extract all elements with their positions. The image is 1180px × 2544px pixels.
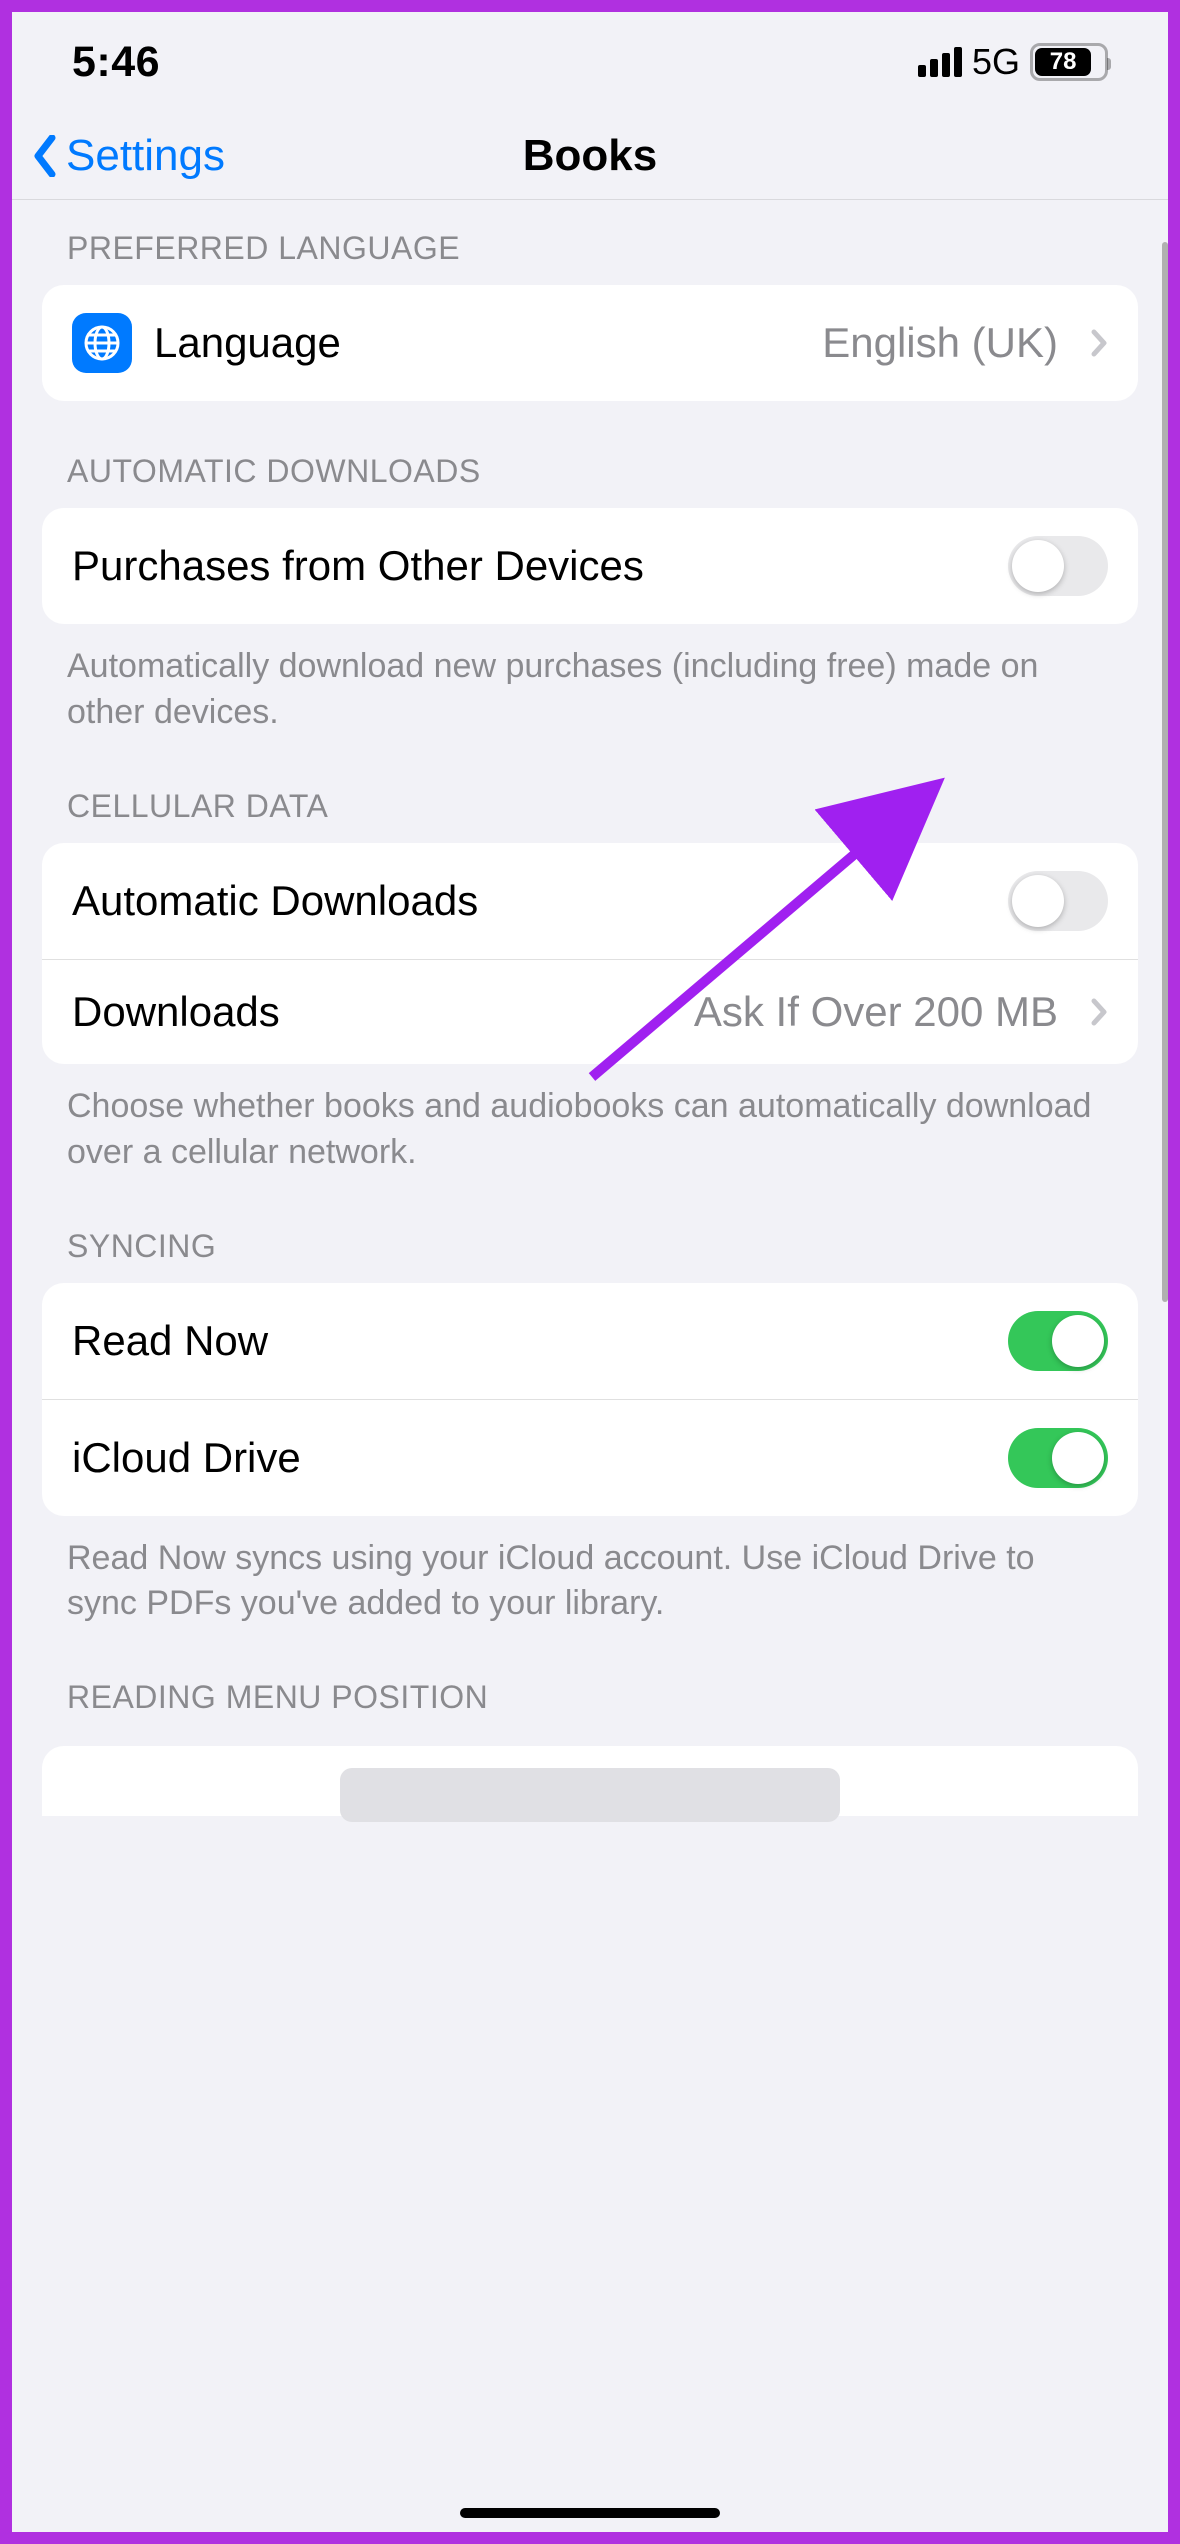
icloud-drive-label: iCloud Drive [72,1434,986,1482]
syncing-footer: Read Now syncs using your iCloud account… [12,1516,1168,1628]
back-label: Settings [66,131,225,181]
row-icloud-drive: iCloud Drive [42,1399,1138,1516]
status-time: 5:46 [72,38,160,87]
language-value: English (UK) [822,319,1058,367]
cellular-downloads-value: Ask If Over 200 MB [694,988,1058,1036]
row-read-now: Read Now [42,1283,1138,1399]
language-label: Language [154,319,800,367]
back-button[interactable]: Settings [32,131,225,181]
home-indicator [460,2508,720,2518]
page-title: Books [523,131,657,181]
scroll-view[interactable]: PREFERRED LANGUAGE Language English (UK) [12,200,1168,2532]
section-header-auto-downloads: AUTOMATIC DOWNLOADS [12,453,1168,490]
purchases-toggle[interactable] [1008,536,1108,596]
cellular-auto-label: Automatic Downloads [72,877,986,925]
status-right: 5G 78 [918,41,1108,83]
auto-downloads-footer: Automatically download new purchases (in… [12,624,1168,736]
purchases-label: Purchases from Other Devices [72,542,986,590]
group-auto-downloads: Purchases from Other Devices [42,508,1138,624]
status-bar: 5:46 5G 78 [12,12,1168,112]
device-screen: 5:46 5G 78 Settings Books PREFERRED LANG… [6,6,1174,2538]
read-now-toggle[interactable] [1008,1311,1108,1371]
row-purchases-other-devices: Purchases from Other Devices [42,508,1138,624]
row-cellular-downloads[interactable]: Downloads Ask If Over 200 MB [42,959,1138,1064]
reading-menu-preview [42,1746,1138,1816]
signal-icon [918,47,962,77]
battery-icon: 78 [1030,43,1108,81]
chevron-right-icon [1090,997,1108,1027]
row-cellular-auto: Automatic Downloads [42,843,1138,959]
group-language: Language English (UK) [42,285,1138,401]
chevron-right-icon [1090,328,1108,358]
network-type: 5G [972,41,1020,83]
scrollbar-thumb[interactable] [1162,242,1168,1302]
section-header-cellular: CELLULAR DATA [12,788,1168,825]
section-header-reading-menu: READING MENU POSITION [12,1679,1168,1716]
read-now-label: Read Now [72,1317,986,1365]
section-header-language: PREFERRED LANGUAGE [12,230,1168,267]
battery-percent: 78 [1035,48,1091,76]
reading-menu-segmented[interactable] [340,1768,840,1822]
icloud-drive-toggle[interactable] [1008,1428,1108,1488]
cellular-footer: Choose whether books and audiobooks can … [12,1064,1168,1176]
group-cellular: Automatic Downloads Downloads Ask If Ove… [42,843,1138,1064]
cellular-auto-toggle[interactable] [1008,871,1108,931]
chevron-left-icon [32,135,58,177]
segment-left[interactable] [344,1772,588,1818]
cellular-downloads-label: Downloads [72,988,672,1036]
group-syncing: Read Now iCloud Drive [42,1283,1138,1516]
row-language[interactable]: Language English (UK) [42,285,1138,401]
nav-bar: Settings Books [12,112,1168,200]
globe-icon [72,313,132,373]
segment-right[interactable] [592,1772,836,1818]
section-header-syncing: SYNCING [12,1228,1168,1265]
